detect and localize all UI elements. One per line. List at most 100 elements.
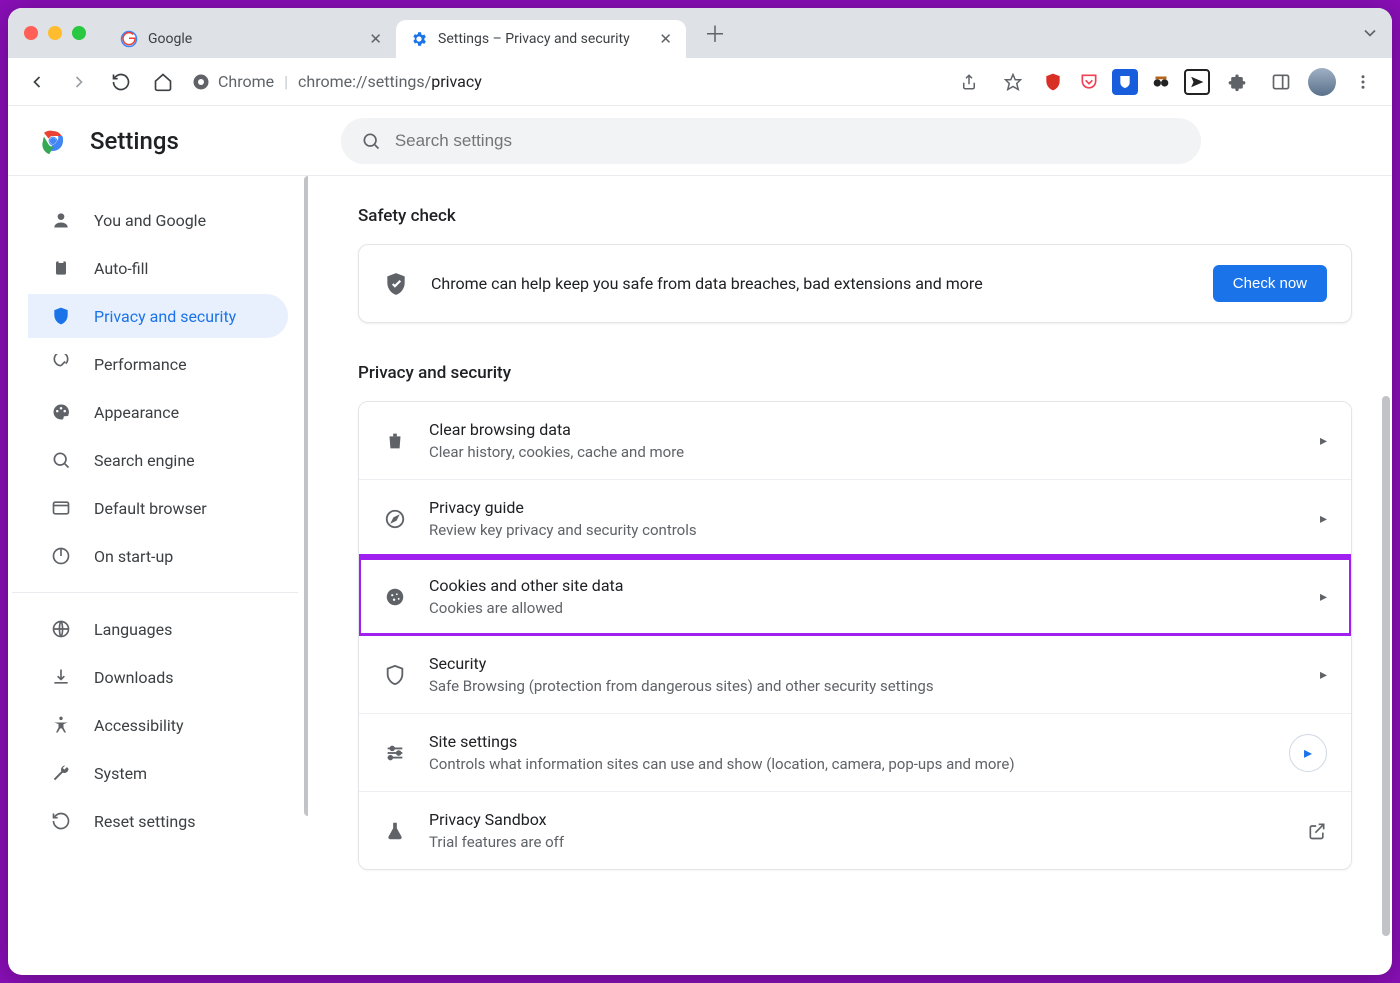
home-button[interactable]	[146, 65, 180, 99]
compass-icon	[383, 507, 407, 531]
tab-label: Google	[148, 31, 192, 47]
chrome-logo-icon	[38, 126, 68, 156]
browser-toolbar: Chrome | chrome://settings/privacy	[8, 58, 1392, 106]
section-privacy-title: Privacy and security	[358, 363, 1352, 383]
settings-main: Safety check Chrome can help keep you sa…	[308, 176, 1392, 975]
sidebar-item-label: On start-up	[94, 547, 173, 566]
flask-icon	[383, 819, 407, 843]
safety-check-text: Chrome can help keep you safe from data …	[431, 274, 1191, 293]
side-panel-icon[interactable]	[1264, 65, 1298, 99]
extension-pocket-icon[interactable]	[1076, 69, 1102, 95]
back-button[interactable]	[20, 65, 54, 99]
sidebar-item-system[interactable]: System	[28, 751, 288, 795]
row-subtitle: Cookies are allowed	[429, 599, 1298, 617]
minimize-window-icon[interactable]	[48, 26, 62, 40]
search-settings-field[interactable]	[395, 131, 1181, 151]
row-privacy-guide[interactable]: Privacy guide Review key privacy and sec…	[359, 480, 1351, 558]
settings-sidebar: You and Google Auto-fill Privacy and sec…	[8, 176, 308, 975]
sidebar-item-default-browser[interactable]: Default browser	[28, 486, 288, 530]
row-site-settings[interactable]: Site settings Controls what information …	[359, 714, 1351, 792]
restore-icon	[50, 810, 72, 832]
circled-chevron-icon[interactable]: ▸	[1289, 734, 1327, 772]
forward-button[interactable]	[62, 65, 96, 99]
close-tab-icon[interactable]: ✕	[659, 30, 672, 48]
row-security[interactable]: Security Safe Browsing (protection from …	[359, 636, 1351, 714]
chevron-right-icon: ▸	[1320, 589, 1327, 605]
bookmark-star-icon[interactable]	[996, 65, 1030, 99]
row-cookies[interactable]: Cookies and other site data Cookies are …	[359, 558, 1351, 636]
kebab-menu-icon[interactable]	[1346, 65, 1380, 99]
toolbar-actions	[952, 65, 1380, 99]
speed-icon	[50, 353, 72, 375]
person-icon	[50, 209, 72, 231]
download-icon	[50, 666, 72, 688]
sidebar-item-reset-settings[interactable]: Reset settings	[28, 799, 288, 843]
tabs-dropdown-icon[interactable]	[1360, 23, 1380, 43]
accessibility-icon	[50, 714, 72, 736]
sidebar-item-autofill[interactable]: Auto-fill	[28, 246, 288, 290]
privacy-settings-list: Clear browsing data Clear history, cooki…	[358, 401, 1352, 870]
sidebar-item-label: Privacy and security	[94, 307, 236, 326]
sidebar-item-on-startup[interactable]: On start-up	[28, 534, 288, 578]
row-subtitle: Safe Browsing (protection from dangerous…	[429, 677, 1298, 695]
browser-icon	[50, 497, 72, 519]
sidebar-item-downloads[interactable]: Downloads	[28, 655, 288, 699]
extension-bitwarden-icon[interactable]	[1112, 69, 1138, 95]
shield-check-icon	[383, 271, 409, 297]
browser-window: Google ✕ Settings – Privacy and security…	[8, 8, 1392, 975]
extension-ublock-icon[interactable]	[1040, 69, 1066, 95]
row-clear-browsing-data[interactable]: Clear browsing data Clear history, cooki…	[359, 402, 1351, 480]
sidebar-item-label: Appearance	[94, 403, 179, 422]
maximize-window-icon[interactable]	[72, 26, 86, 40]
chevron-right-icon: ▸	[1320, 511, 1327, 527]
external-link-icon	[1307, 821, 1327, 841]
row-subtitle: Trial features are off	[429, 833, 1285, 851]
sidebar-item-label: Auto-fill	[94, 259, 148, 278]
new-tab-button[interactable]: ＋	[700, 18, 730, 48]
row-subtitle: Controls what information sites can use …	[429, 755, 1267, 773]
omnibox[interactable]: Chrome | chrome://settings/privacy	[192, 72, 482, 91]
shield-icon	[50, 305, 72, 327]
search-settings-input[interactable]	[341, 118, 1201, 164]
search-icon	[50, 449, 72, 471]
sidebar-item-you-and-google[interactable]: You and Google	[28, 198, 288, 242]
extension-send-icon[interactable]	[1184, 69, 1210, 95]
sidebar-item-performance[interactable]: Performance	[28, 342, 288, 386]
omnibox-chrome-label: Chrome	[218, 72, 274, 91]
share-icon[interactable]	[952, 65, 986, 99]
sidebar-item-privacy-security[interactable]: Privacy and security	[28, 294, 288, 338]
extension-glasses-icon[interactable]	[1148, 69, 1174, 95]
profile-avatar[interactable]	[1308, 68, 1336, 96]
reload-button[interactable]	[104, 65, 138, 99]
sidebar-item-languages[interactable]: Languages	[28, 607, 288, 651]
settings-header: Settings	[8, 106, 1392, 176]
omnibox-url: chrome://settings/privacy	[298, 72, 482, 91]
row-title: Site settings	[429, 732, 1267, 751]
sidebar-item-label: You and Google	[94, 211, 206, 230]
tab-google[interactable]: Google ✕	[106, 20, 396, 58]
page-title: Settings	[90, 127, 179, 155]
tab-settings-privacy[interactable]: Settings – Privacy and security ✕	[396, 20, 686, 58]
sidebar-divider	[12, 592, 298, 593]
sidebar-item-label: Reset settings	[94, 812, 195, 831]
globe-icon	[50, 618, 72, 640]
window-controls[interactable]	[24, 26, 86, 40]
row-title: Cookies and other site data	[429, 576, 1298, 595]
row-title: Security	[429, 654, 1298, 673]
check-now-button[interactable]: Check now	[1213, 265, 1327, 302]
close-window-icon[interactable]	[24, 26, 38, 40]
close-tab-icon[interactable]: ✕	[369, 30, 382, 48]
main-scrollbar[interactable]	[1382, 396, 1390, 936]
sidebar-item-appearance[interactable]: Appearance	[28, 390, 288, 434]
sidebar-item-label: Downloads	[94, 668, 173, 687]
gear-icon	[410, 30, 428, 48]
row-privacy-sandbox[interactable]: Privacy Sandbox Trial features are off	[359, 792, 1351, 869]
sidebar-item-label: Default browser	[94, 499, 207, 518]
palette-icon	[50, 401, 72, 423]
sidebar-item-label: Languages	[94, 620, 172, 639]
extensions-puzzle-icon[interactable]	[1220, 65, 1254, 99]
page-body: You and Google Auto-fill Privacy and sec…	[8, 176, 1392, 975]
chrome-icon	[192, 73, 210, 91]
sidebar-item-accessibility[interactable]: Accessibility	[28, 703, 288, 747]
sidebar-item-search-engine[interactable]: Search engine	[28, 438, 288, 482]
